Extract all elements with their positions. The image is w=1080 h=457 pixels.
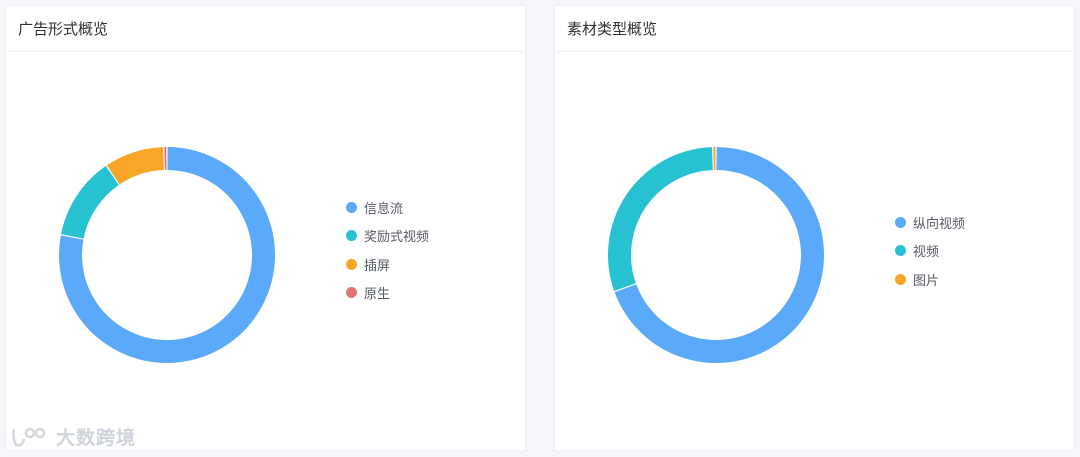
material-type-legend: 纵向视频 视频 图片 bbox=[895, 208, 965, 294]
legend1-label-0: 纵向视频 bbox=[913, 216, 966, 232]
chart0-slice-3[interactable] bbox=[164, 147, 167, 171]
ad-format-overview-title: 广告形式概览 bbox=[6, 6, 525, 52]
legend1-label-1: 视频 bbox=[913, 245, 940, 261]
chart0-slice-2[interactable] bbox=[106, 147, 164, 185]
chart1-slice-1[interactable] bbox=[608, 147, 713, 291]
legend1-item-1[interactable]: 视频 bbox=[895, 237, 965, 266]
legend1-dot-1 bbox=[895, 245, 906, 257]
legend1-item-0[interactable]: 纵向视频 bbox=[895, 208, 965, 237]
legend0-dot-1 bbox=[346, 230, 357, 242]
legend0-label-0: 信息流 bbox=[364, 201, 404, 217]
legend0-label-2: 插屏 bbox=[364, 258, 391, 274]
legend0-label-3: 原生 bbox=[364, 287, 391, 303]
legend0-dot-3 bbox=[346, 287, 357, 299]
legend0-item-0[interactable]: 信息流 bbox=[346, 193, 429, 222]
legend0-label-1: 奖励式视频 bbox=[364, 230, 430, 246]
legend1-item-2[interactable]: 图片 bbox=[895, 265, 965, 294]
material-type-donut-chart bbox=[608, 147, 824, 364]
legend1-label-2: 图片 bbox=[913, 273, 940, 289]
chart0-slice-1[interactable] bbox=[61, 166, 119, 239]
chart1-slice-2[interactable] bbox=[713, 147, 716, 171]
legend0-dot-2 bbox=[346, 258, 357, 270]
material-type-overview-title: 素材类型概览 bbox=[555, 6, 1074, 52]
legend0-item-1[interactable]: 奖励式视频 bbox=[346, 222, 429, 251]
ad-format-overview-card: 广告形式概览 信息流奖励式视频插屏原生 bbox=[5, 5, 526, 451]
legend0-item-3[interactable]: 原生 bbox=[346, 279, 429, 308]
material-type-overview-card: 素材类型概览 纵向视频视频图片 bbox=[554, 5, 1075, 451]
legend1-dot-2 bbox=[895, 273, 906, 285]
legend0-dot-0 bbox=[346, 201, 357, 213]
watermark: 大数跨境 bbox=[10, 423, 136, 450]
legend0-item-2[interactable]: 插屏 bbox=[346, 250, 429, 279]
legend1-dot-0 bbox=[895, 216, 906, 228]
ad-format-donut-chart bbox=[59, 147, 275, 363]
watermark-logo-icon bbox=[10, 425, 50, 449]
watermark-text: 大数跨境 bbox=[56, 427, 137, 449]
ad-format-legend: 信息流奖励式视频插屏原生 bbox=[346, 193, 429, 307]
